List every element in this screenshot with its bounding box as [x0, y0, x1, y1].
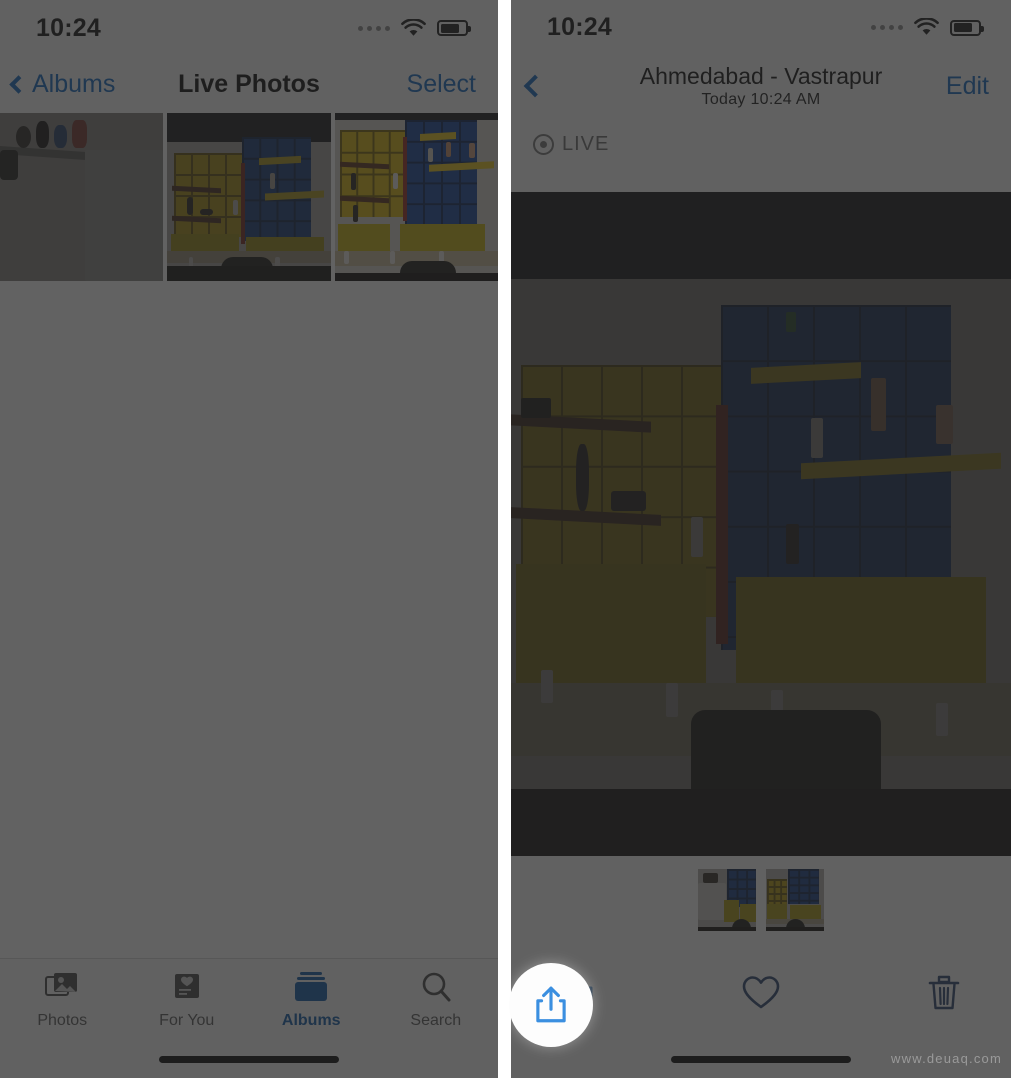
status-indicators	[871, 17, 984, 37]
signal-dots-icon	[871, 25, 903, 31]
trash-icon	[928, 975, 960, 1009]
thumbnail-dim-overlay	[335, 113, 498, 281]
photo-viewer[interactable]	[511, 192, 1011, 856]
live-badge[interactable]: LIVE	[511, 117, 1011, 173]
tab-label: Albums	[281, 1012, 341, 1029]
search-icon	[420, 969, 452, 1005]
right-phone-screen: 10:24 Ahmedabad - Vastrapur Today 10:24 …	[511, 0, 1011, 1078]
home-indicator-area-left	[0, 1040, 498, 1078]
live-photo-thumbnail-1[interactable]	[0, 113, 164, 281]
status-time: 10:24	[36, 13, 101, 42]
empty-content-area	[0, 281, 498, 958]
tab-bar: Photos For You Albums Search	[0, 958, 498, 1040]
back-button[interactable]	[523, 74, 547, 98]
for-you-icon	[171, 969, 203, 1005]
tab-search[interactable]: Search	[374, 969, 499, 1030]
chevron-left-icon	[523, 74, 547, 98]
battery-icon	[437, 20, 471, 36]
tab-for-you[interactable]: For You	[125, 969, 250, 1030]
status-bar-right: 10:24	[511, 0, 1011, 56]
photo-location-title: Ahmedabad - Vastrapur	[639, 63, 883, 90]
thumbnail-dim-overlay	[167, 113, 331, 281]
status-time: 10:24	[547, 13, 612, 42]
photos-icon	[45, 969, 79, 1005]
photo-date-time: Today 10:24 AM	[701, 91, 821, 109]
tab-albums[interactable]: Albums	[249, 969, 374, 1030]
live-photo-icon	[533, 134, 554, 156]
live-photo-thumbnail-3[interactable]	[334, 113, 498, 281]
select-button[interactable]: Select	[407, 70, 476, 99]
back-label: Albums	[32, 70, 116, 98]
status-indicators	[358, 17, 471, 38]
tab-label: For You	[159, 1012, 215, 1029]
tab-label: Photos	[37, 1012, 88, 1029]
status-bar-left: 10:24	[0, 0, 498, 56]
share-button-highlight[interactable]	[509, 963, 593, 1047]
delete-button[interactable]	[909, 958, 979, 1028]
thumbnail-dim-overlay	[0, 113, 164, 281]
wifi-icon	[914, 17, 939, 37]
nav-bar-left: Albums Live Photos Select	[0, 56, 498, 113]
left-phone-screen: 10:24 Albums Live Photos Select Photos F…	[0, 0, 498, 1078]
wifi-icon	[401, 17, 426, 38]
chevron-left-icon	[9, 75, 28, 94]
live-badge-label: LIVE	[562, 133, 610, 156]
filmstrip-thumbnail-1[interactable]	[698, 869, 756, 932]
home-indicator[interactable]	[671, 1055, 851, 1063]
heart-icon	[742, 975, 780, 1008]
filmstrip	[511, 855, 1011, 946]
battery-icon	[950, 19, 984, 36]
tab-photos[interactable]: Photos	[0, 969, 125, 1030]
dual-screenshot-container: 10:24 Albums Live Photos Select Photos F…	[0, 0, 1011, 1078]
albums-icon	[291, 969, 331, 1005]
filmstrip-thumbnail-2[interactable]	[766, 869, 824, 932]
nav-bar-right: Ahmedabad - Vastrapur Today 10:24 AM Edi…	[511, 55, 1011, 118]
photo-dim-overlay	[511, 192, 1011, 856]
tab-label: Search	[410, 1012, 462, 1029]
share-icon	[536, 986, 566, 1023]
home-indicator[interactable]	[159, 1055, 339, 1063]
back-to-albums-button[interactable]: Albums	[9, 70, 116, 99]
live-photos-grid	[0, 113, 498, 281]
screen-separator	[498, 0, 511, 1078]
signal-dots-icon	[358, 25, 390, 31]
live-photo-thumbnail-2[interactable]	[167, 113, 331, 281]
watermark: www.deuaq.com	[891, 1051, 1002, 1066]
hero-top-spacer	[511, 172, 1011, 193]
edit-button[interactable]: Edit	[946, 72, 989, 101]
favorite-button[interactable]	[726, 958, 796, 1028]
thumbnail-dim-overlay	[766, 869, 824, 932]
thumbnail-dim-overlay	[698, 869, 756, 932]
photo-title-block: Ahmedabad - Vastrapur Today 10:24 AM	[511, 63, 1011, 109]
